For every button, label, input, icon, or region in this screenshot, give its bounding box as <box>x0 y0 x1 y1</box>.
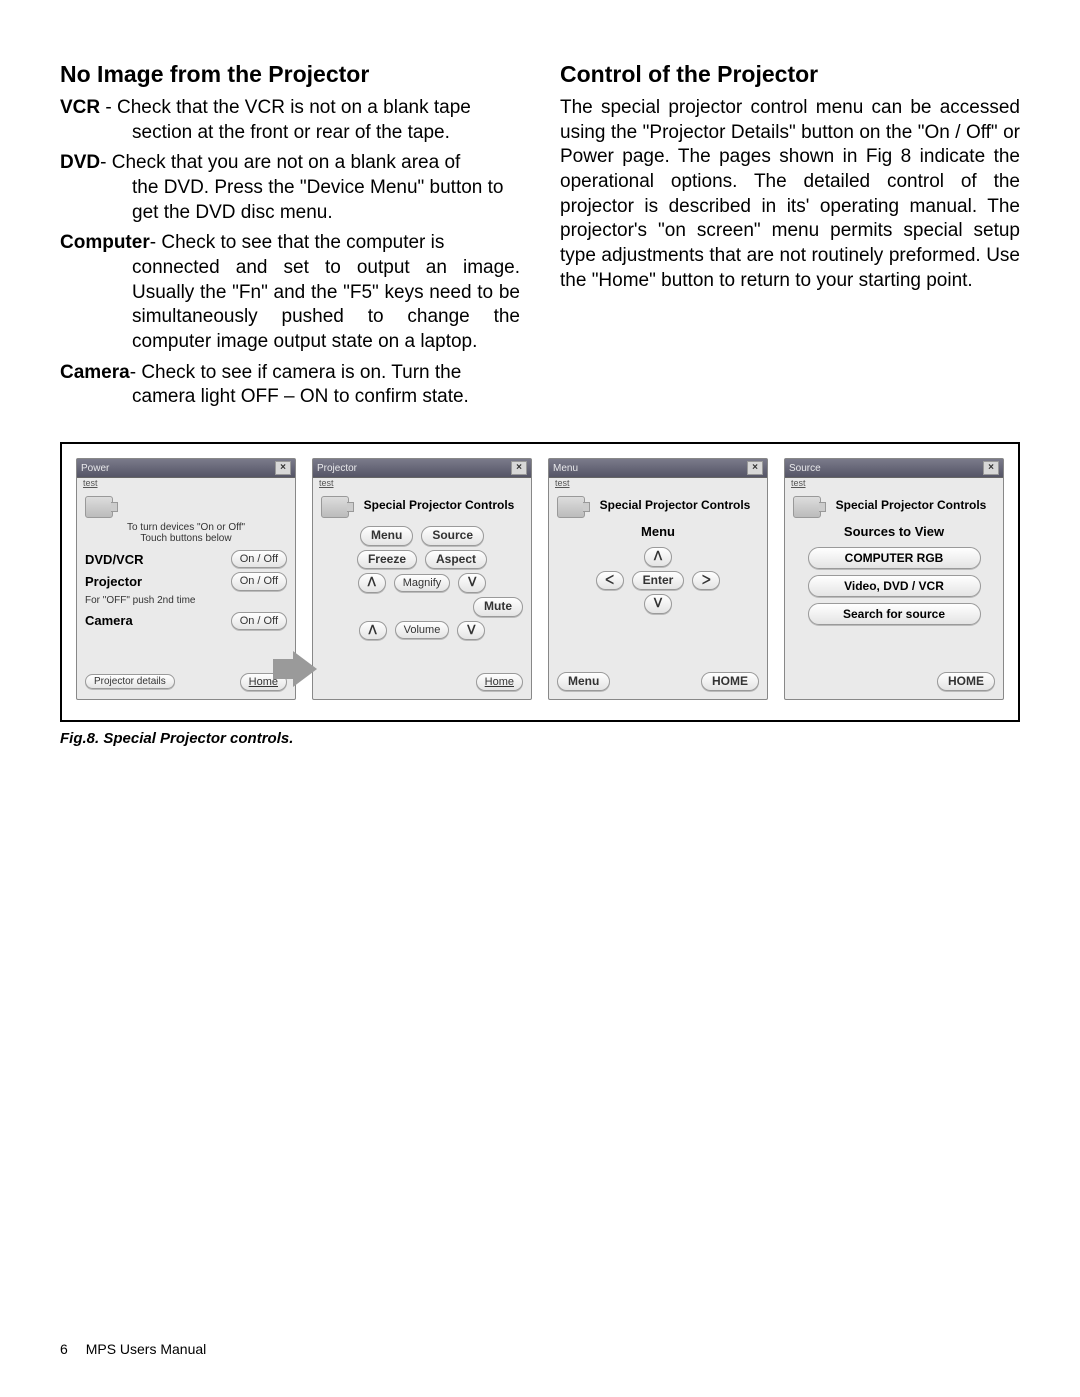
doc-title: MPS Users Manual <box>86 1341 207 1357</box>
label-camera-panel: Camera <box>85 613 133 628</box>
heading-spc-3: Special Projector Controls <box>591 498 759 512</box>
item-dvd: DVD- Check that you are not on a blank a… <box>60 151 520 225</box>
desc-vcr-first: Check that the VCR is not on a blank tap… <box>117 97 471 118</box>
item-camera: Camera- Check to see if camera is on. Tu… <box>60 361 520 410</box>
btn-enter[interactable]: Enter <box>632 571 685 591</box>
panel-power: Power × test To turn devices "On or Off"… <box>76 458 296 700</box>
btn-home-2[interactable]: Home <box>476 673 523 691</box>
title-menu: Menu <box>553 463 578 474</box>
item-computer: Computer- Check to see that the computer… <box>60 231 520 354</box>
label-computer: Computer <box>60 232 150 253</box>
page-footer: 6 MPS Users Manual <box>60 1341 206 1357</box>
note-2nd-time: For "OFF" push 2nd time <box>85 595 287 606</box>
desc-dvd-rest: the DVD. Press the "Device Menu" button … <box>132 176 520 225</box>
close-icon[interactable]: × <box>511 461 527 475</box>
panel-menu: Menu × test Special Projector Controls M… <box>548 458 768 700</box>
btn-camera-onoff[interactable]: On / Off <box>231 612 287 630</box>
heading-control: Control of the Projector <box>560 60 1020 90</box>
desc-computer-first: Check to see that the computer is <box>161 232 444 253</box>
titlebar-proj: Projector × <box>313 459 531 478</box>
desc-computer-rest: connected and set to output an image. Us… <box>132 256 520 355</box>
subbar-source: test <box>785 478 1003 490</box>
item-vcr: VCR - Check that the VCR is not on a bla… <box>60 96 520 145</box>
subbar-proj: test <box>313 478 531 490</box>
label-camera: Camera <box>60 362 130 383</box>
close-icon[interactable]: × <box>747 461 763 475</box>
btn-freeze[interactable]: Freeze <box>357 550 417 570</box>
btn-nav-left[interactable]: ᐸ <box>596 571 624 591</box>
btn-menu[interactable]: Menu <box>360 526 413 546</box>
btn-menu-footer[interactable]: Menu <box>557 672 610 692</box>
label-vcr: VCR <box>60 97 100 118</box>
sources-label: Sources to View <box>793 524 995 539</box>
power-line2: Touch buttons below <box>85 533 287 544</box>
subbar-menu: test <box>549 478 767 490</box>
body-control: The special projector control menu can b… <box>560 96 1020 294</box>
label-dvd: DVD <box>60 152 100 173</box>
btn-video-dvd-vcr[interactable]: Video, DVD / VCR <box>808 575 981 597</box>
btn-nav-right[interactable]: ᐳ <box>692 571 720 591</box>
projector-icon <box>85 496 113 518</box>
projector-icon <box>793 496 821 518</box>
btn-magnify[interactable]: Magnify <box>394 574 451 592</box>
btn-computer-rgb[interactable]: COMPUTER RGB <box>808 547 981 569</box>
btn-nav-down[interactable]: ᐯ <box>644 594 672 614</box>
btn-home-4[interactable]: HOME <box>937 672 995 692</box>
btn-dvdvcr-onoff[interactable]: On / Off <box>231 550 287 568</box>
sep-dvd: - <box>100 152 112 173</box>
btn-volume[interactable]: Volume <box>395 621 450 639</box>
titlebar-power: Power × <box>77 459 295 478</box>
desc-camera-first: Check to see if camera is on. Turn the <box>141 362 461 383</box>
btn-volume-down[interactable]: ᐯ <box>457 621 485 641</box>
desc-dvd-first: Check that you are not on a blank area o… <box>112 152 461 173</box>
btn-projector-onoff[interactable]: On / Off <box>231 572 287 590</box>
label-dvdvcr: DVD/VCR <box>85 552 144 567</box>
panel-source: Source × test Special Projector Controls… <box>784 458 1004 700</box>
heading-spc-4: Special Projector Controls <box>827 498 995 512</box>
btn-nav-up[interactable]: ᐱ <box>644 547 672 567</box>
btn-magnify-down[interactable]: ᐯ <box>458 573 486 593</box>
heading-spc-2: Special Projector Controls <box>355 498 523 512</box>
btn-home-3[interactable]: HOME <box>701 672 759 692</box>
menu-label: Menu <box>557 524 759 539</box>
title-proj: Projector <box>317 463 357 474</box>
heading-no-image: No Image from the Projector <box>60 60 520 90</box>
close-icon[interactable]: × <box>275 461 291 475</box>
subbar-power: test <box>77 478 295 490</box>
titlebar-source: Source × <box>785 459 1003 478</box>
projector-icon <box>557 496 585 518</box>
btn-source[interactable]: Source <box>421 526 484 546</box>
sep-computer: - <box>150 232 162 253</box>
btn-projector-details[interactable]: Projector details <box>85 674 175 689</box>
titlebar-menu: Menu × <box>549 459 767 478</box>
desc-camera-rest: camera light OFF – ON to confirm state. <box>132 385 520 410</box>
projector-icon <box>321 496 349 518</box>
btn-magnify-up[interactable]: ᐱ <box>358 573 386 593</box>
close-icon[interactable]: × <box>983 461 999 475</box>
desc-vcr-rest: section at the front or rear of the tape… <box>132 121 520 146</box>
sep-camera: - <box>130 362 142 383</box>
title-source: Source <box>789 463 821 474</box>
btn-mute[interactable]: Mute <box>473 597 523 617</box>
btn-volume-up[interactable]: ᐱ <box>359 621 387 641</box>
figure-caption: Fig.8. Special Projector controls. <box>60 730 1020 747</box>
label-projector: Projector <box>85 574 142 589</box>
figure-box: Power × test To turn devices "On or Off"… <box>60 442 1020 722</box>
sep-vcr: - <box>100 97 117 118</box>
btn-search-source[interactable]: Search for source <box>808 603 981 625</box>
page-number: 6 <box>60 1341 68 1357</box>
panel-projector-controls: Projector × test Special Projector Contr… <box>312 458 532 700</box>
title-power: Power <box>81 463 109 474</box>
power-line1: To turn devices "On or Off" <box>85 522 287 533</box>
btn-aspect[interactable]: Aspect <box>425 550 487 570</box>
